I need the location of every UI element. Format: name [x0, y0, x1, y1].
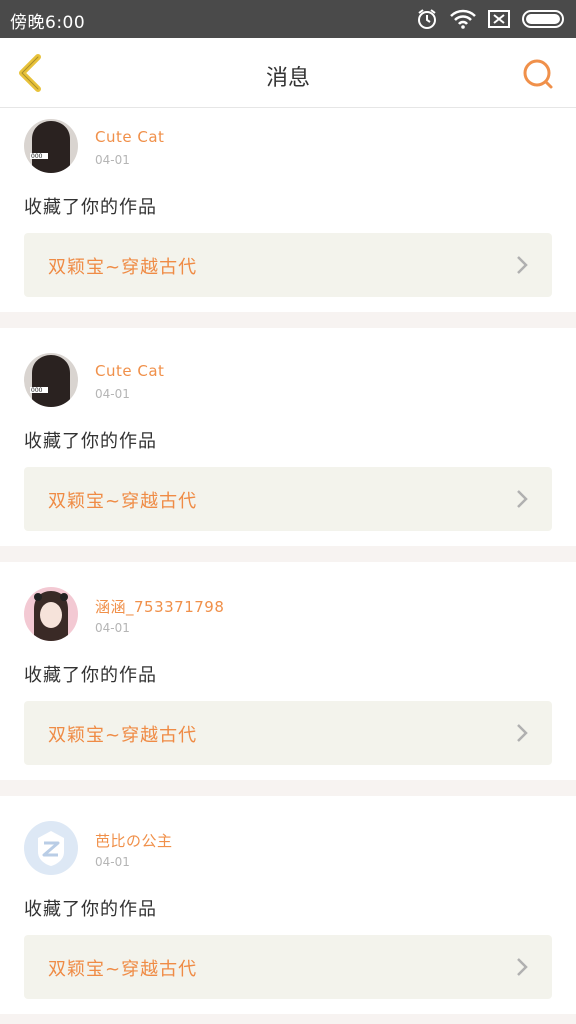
- avatar[interactable]: 000: [24, 353, 78, 407]
- svg-text:000: 000: [31, 387, 43, 394]
- message-card: 000 Cute Cat 04-01 收藏了你的作品 双颖宝~穿越古代: [0, 328, 576, 531]
- avatar[interactable]: [24, 587, 78, 641]
- page-title: 消息: [265, 66, 310, 91]
- sim-icon: [488, 10, 510, 28]
- post-date: 04-01: [95, 621, 130, 635]
- username[interactable]: Cute Cat: [95, 128, 164, 146]
- chevron-right-icon: [516, 255, 528, 279]
- svg-text:000: 000: [31, 153, 43, 160]
- search-icon: [520, 59, 556, 96]
- post-date: 04-01: [95, 387, 130, 401]
- wifi-icon: [450, 9, 476, 29]
- post-date: 04-01: [95, 153, 130, 167]
- avatar[interactable]: 000: [24, 119, 78, 173]
- work-title: 双颖宝~穿越古代: [48, 491, 198, 512]
- status-time: 傍晚6:00: [10, 13, 86, 33]
- status-icons: [416, 7, 566, 31]
- card-separator: [0, 312, 576, 328]
- work-title: 双颖宝~穿越古代: [48, 725, 198, 746]
- work-link[interactable]: 双颖宝~穿越古代: [24, 701, 552, 765]
- username[interactable]: 涵涵_753371798: [95, 596, 224, 617]
- action-text: 收藏了你的作品: [24, 197, 157, 218]
- message-card: 涵涵_753371798 04-01 收藏了你的作品 双颖宝~穿越古代: [0, 562, 576, 765]
- status-bar: 傍晚6:00: [0, 0, 576, 38]
- post-date: 04-01: [95, 855, 130, 869]
- chevron-right-icon: [516, 489, 528, 513]
- action-text: 收藏了你的作品: [24, 431, 157, 452]
- username[interactable]: 芭比の公主: [95, 830, 173, 851]
- search-button[interactable]: [520, 56, 556, 92]
- card-separator: [0, 780, 576, 796]
- message-card: 000 Cute Cat 04-01 收藏了你的作品 双颖宝~穿越古代: [0, 109, 576, 312]
- action-text: 收藏了你的作品: [24, 665, 157, 686]
- work-title: 双颖宝~穿越古代: [48, 257, 198, 278]
- app-header: 消息: [0, 38, 576, 108]
- card-separator: [0, 1014, 576, 1024]
- alarm-icon: [416, 8, 438, 30]
- card-separator: [0, 546, 576, 562]
- message-card: 芭比の公主 04-01 收藏了你的作品 双颖宝~穿越古代: [0, 796, 576, 999]
- chevron-right-icon: [516, 957, 528, 981]
- chevron-right-icon: [516, 723, 528, 747]
- work-title: 双颖宝~穿越古代: [48, 959, 198, 980]
- work-link[interactable]: 双颖宝~穿越古代: [24, 467, 552, 531]
- action-text: 收藏了你的作品: [24, 899, 157, 920]
- work-link[interactable]: 双颖宝~穿越古代: [24, 233, 552, 297]
- username[interactable]: Cute Cat: [95, 362, 164, 380]
- battery-icon: [522, 10, 566, 28]
- work-link[interactable]: 双颖宝~穿越古代: [24, 935, 552, 999]
- avatar[interactable]: [24, 821, 78, 875]
